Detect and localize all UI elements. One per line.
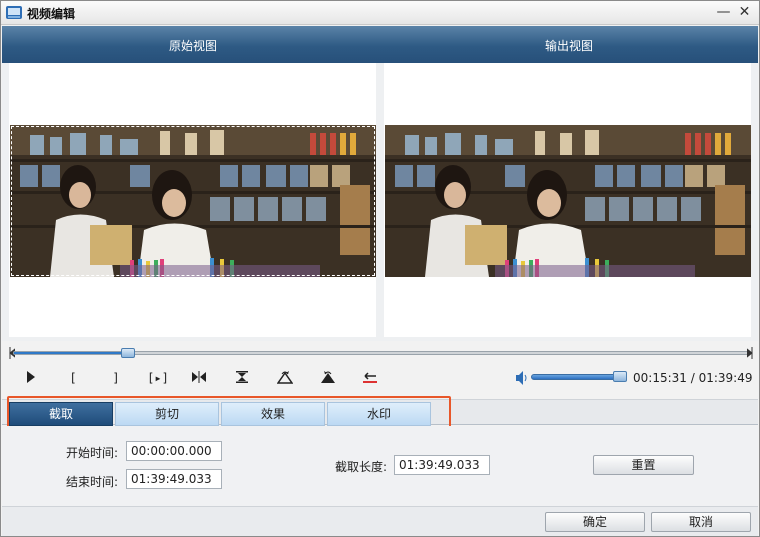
timeline-thumb[interactable] — [121, 348, 135, 358]
time-display: 00:15:31 / 01:39:49 — [633, 371, 753, 385]
timeline-end-marker-icon — [747, 347, 753, 359]
app-icon — [6, 6, 22, 19]
original-view-label: 原始视图 — [169, 39, 218, 53]
split-button[interactable] — [187, 367, 211, 389]
play-selection-button[interactable]: [▸] — [143, 367, 173, 389]
play-selection-icon: [▸] — [147, 371, 169, 385]
flip-button[interactable] — [273, 367, 297, 389]
capture-length-label: 截取长度: — [335, 460, 388, 474]
tab-effects[interactable]: 效果 — [221, 402, 325, 426]
play-icon — [27, 371, 35, 383]
mark-out-icon: ] — [112, 371, 120, 385]
original-view-pane[interactable] — [9, 63, 376, 337]
reset-button[interactable]: 重置 — [593, 455, 694, 475]
output-view-pane — [384, 63, 751, 337]
cancel-button[interactable]: 取消 — [651, 512, 751, 532]
mark-in-icon: [ — [69, 371, 77, 385]
title-bar: 视频编辑 — ✕ — [1, 1, 759, 25]
trim-icon — [236, 371, 248, 383]
capture-length-field[interactable] — [394, 455, 490, 475]
play-button[interactable] — [19, 367, 43, 389]
volume-thumb[interactable] — [613, 371, 627, 382]
ok-button[interactable]: 确定 — [545, 512, 645, 532]
playback-controls: [ ] [▸] 00:15:31 / 01:39:49 — [15, 367, 755, 389]
tab-watermark[interactable]: 水印 — [327, 402, 431, 426]
flip-icon — [277, 371, 293, 384]
close-icon[interactable]: ✕ — [736, 4, 753, 21]
end-time-field[interactable] — [126, 469, 222, 489]
window-title: 视频编辑 — [27, 7, 76, 21]
mirror-button[interactable] — [316, 367, 340, 389]
volume-icon[interactable] — [515, 370, 529, 386]
preview-area — [2, 63, 758, 341]
original-video-frame[interactable] — [10, 125, 376, 277]
tab-capture[interactable]: 截取 — [9, 402, 113, 426]
output-frame-image — [385, 125, 751, 277]
output-video-frame — [385, 125, 751, 277]
mirror-icon — [321, 371, 335, 383]
capture-form: 开始时间: 结束时间: 截取长度: 重置 — [2, 426, 758, 506]
start-time-field[interactable] — [126, 441, 222, 461]
mark-out-button[interactable]: ] — [104, 367, 128, 389]
timeline-slider[interactable] — [9, 345, 753, 361]
start-time-label: 开始时间: — [66, 446, 119, 460]
split-icon — [192, 371, 206, 383]
tab-cut[interactable]: 剪切 — [115, 402, 219, 426]
trim-button[interactable] — [230, 367, 254, 389]
output-view-label: 输出视图 — [545, 39, 594, 53]
timeline-played — [14, 352, 129, 354]
end-time-label: 结束时间: — [66, 475, 119, 489]
rotate-button[interactable] — [358, 367, 382, 389]
rotate-icon — [363, 372, 377, 383]
minimize-icon[interactable]: — — [715, 4, 732, 21]
video-frame-image — [10, 125, 376, 277]
view-header: 原始视图 输出视图 — [2, 26, 758, 63]
mark-in-button[interactable]: [ — [61, 367, 85, 389]
video-edit-window: 视频编辑 — ✕ 原始视图 输出视图 [] [▸] 00:15:31 / 01… — [0, 0, 760, 537]
footer-bar: 确定 取消 — [2, 506, 758, 536]
